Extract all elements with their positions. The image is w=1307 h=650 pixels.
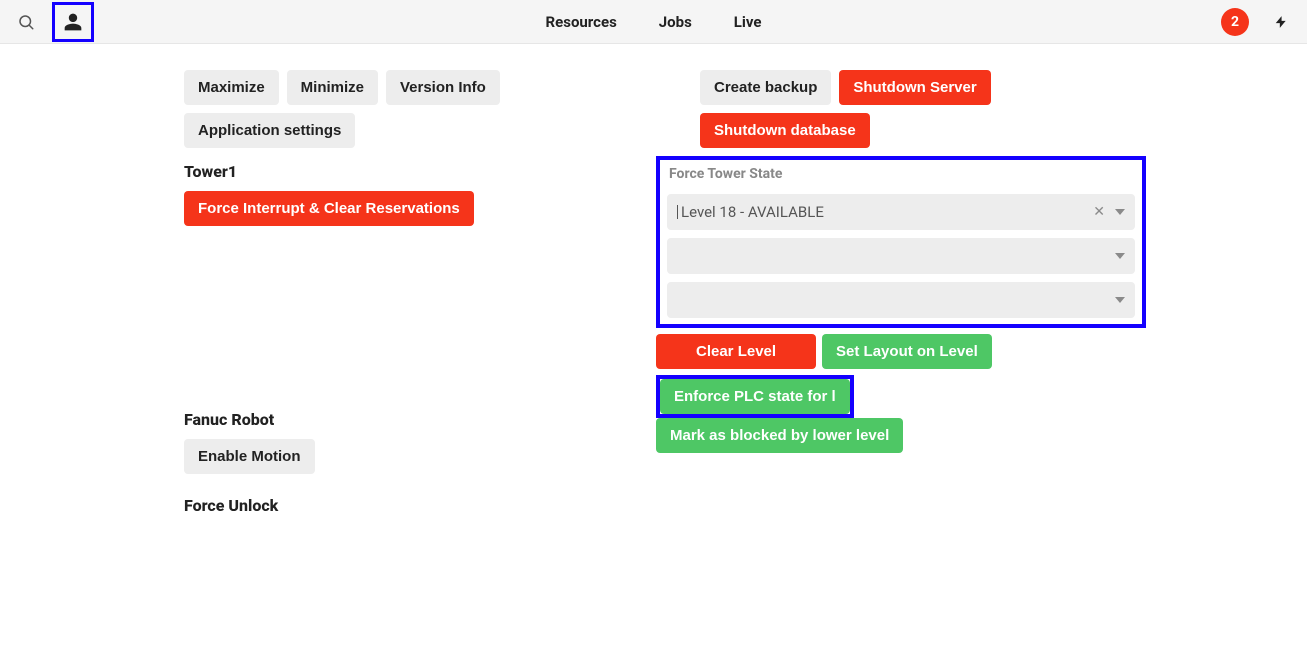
force-unlock-title: Force Unlock bbox=[184, 496, 624, 515]
notifications-badge[interactable]: 2 bbox=[1221, 8, 1249, 36]
enable-motion-button[interactable]: Enable Motion bbox=[184, 439, 315, 474]
backup-button-row: Create backup Shutdown Server Shutdown d… bbox=[700, 70, 1146, 156]
topbar-left bbox=[12, 2, 94, 42]
topbar-right: 2 bbox=[1221, 8, 1295, 36]
enforce-plc-state-button[interactable]: Enforce PLC state for l bbox=[660, 379, 850, 414]
left-column: Maximize Minimize Version Info Applicati… bbox=[184, 70, 624, 525]
tower-state-action-row: Clear Level Set Layout on Level Enforce … bbox=[656, 334, 1166, 418]
bolt-icon[interactable] bbox=[1267, 8, 1295, 36]
force-tower-state-label: Force Tower State bbox=[669, 166, 1135, 182]
clear-level-button[interactable]: Clear Level bbox=[656, 334, 816, 369]
nav-resources[interactable]: Resources bbox=[546, 13, 617, 31]
fanuc-title: Fanuc Robot bbox=[184, 410, 624, 429]
settings-button-row: Maximize Minimize Version Info Applicati… bbox=[184, 70, 624, 156]
nav-jobs[interactable]: Jobs bbox=[659, 13, 692, 31]
chevron-down-icon bbox=[1115, 297, 1125, 303]
set-layout-on-level-button[interactable]: Set Layout on Level bbox=[822, 334, 992, 369]
clear-selection-icon[interactable]: ✕ bbox=[1093, 205, 1105, 219]
user-icon-highlight bbox=[52, 2, 94, 42]
tower-title: Tower1 bbox=[184, 162, 624, 181]
select-3[interactable] bbox=[667, 282, 1135, 318]
chevron-down-icon bbox=[1115, 209, 1125, 215]
create-backup-button[interactable]: Create backup bbox=[700, 70, 831, 105]
main-content: Maximize Minimize Version Info Applicati… bbox=[0, 44, 1307, 525]
select-2[interactable] bbox=[667, 238, 1135, 274]
top-nav: Resources Jobs Live bbox=[546, 13, 762, 31]
shutdown-server-button[interactable]: Shutdown Server bbox=[839, 70, 990, 105]
mark-as-blocked-button[interactable]: Mark as blocked by lower level bbox=[656, 418, 903, 453]
level-select[interactable]: Level 18 - AVAILABLE ✕ bbox=[667, 194, 1135, 230]
chevron-down-icon bbox=[1115, 253, 1125, 259]
right-column: Create backup Shutdown Server Shutdown d… bbox=[656, 70, 1146, 525]
text-cursor bbox=[677, 205, 678, 219]
maximize-button[interactable]: Maximize bbox=[184, 70, 279, 105]
nav-live[interactable]: Live bbox=[734, 13, 762, 31]
user-icon[interactable] bbox=[59, 8, 87, 36]
application-settings-button[interactable]: Application settings bbox=[184, 113, 355, 148]
enforce-plc-highlight: Enforce PLC state for l bbox=[656, 375, 854, 418]
shutdown-database-button[interactable]: Shutdown database bbox=[700, 113, 870, 148]
force-interrupt-button[interactable]: Force Interrupt & Clear Reservations bbox=[184, 191, 474, 226]
force-tower-state-panel: Force Tower State Level 18 - AVAILABLE ✕ bbox=[656, 156, 1146, 328]
topbar: Resources Jobs Live 2 bbox=[0, 0, 1307, 44]
search-icon[interactable] bbox=[12, 8, 40, 36]
level-select-value: Level 18 - AVAILABLE bbox=[677, 203, 1093, 221]
version-info-button[interactable]: Version Info bbox=[386, 70, 500, 105]
minimize-button[interactable]: Minimize bbox=[287, 70, 378, 105]
